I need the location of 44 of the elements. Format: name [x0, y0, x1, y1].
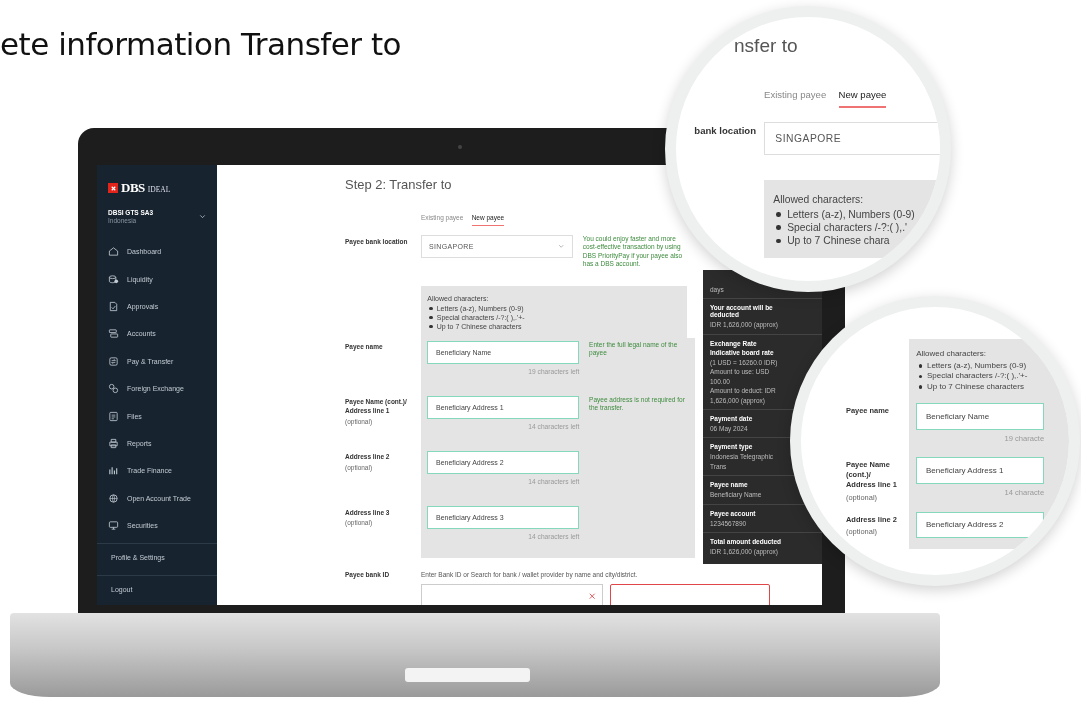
bar-chart-icon: [108, 465, 119, 477]
brand-name: DBS: [121, 180, 145, 196]
document-check-icon: [108, 300, 119, 312]
allowed-item: Up to 7 Chinese characters: [926, 381, 1024, 392]
printer-icon: [108, 437, 119, 449]
bullet-icon: [776, 212, 781, 217]
text-field[interactable]: Beneficiary Name: [916, 403, 1045, 430]
chevron-down-icon: [556, 242, 565, 251]
bullet-icon: [776, 225, 781, 231]
location-dropdown[interactable]: SINGAPORE: [764, 121, 940, 156]
payee-tab[interactable]: New payee: [838, 89, 887, 109]
bullet-icon: [429, 315, 433, 320]
clear-icon: [588, 592, 597, 601]
file-icon: [108, 410, 119, 422]
allowed-item: Letters (a-z), Numbers (0-9): [787, 207, 915, 222]
payee-tab[interactable]: Existing payee: [764, 89, 827, 109]
logo-icon: [108, 183, 118, 193]
bullet-icon: [429, 306, 433, 310]
home-icon: [108, 246, 119, 258]
stack-icon: [108, 328, 119, 340]
globe-icon: [108, 492, 119, 504]
bullet-icon: [918, 384, 923, 389]
monitor-icon: [108, 520, 119, 532]
text-field[interactable]: Beneficiary Address 2: [916, 511, 1045, 539]
bullet-icon: [918, 374, 923, 379]
camera-icon: [458, 145, 462, 149]
text-field[interactable]: Beneficiary Address 1: [916, 457, 1045, 484]
allowed-item: Letters (a-z), Numbers (0-9): [926, 360, 1027, 372]
coins-icon: [108, 273, 119, 285]
allowed-item: Special characters /-?:( ),.'+-: [926, 371, 1028, 382]
allowed-item: Up to 7 Chinese chara: [787, 234, 890, 248]
allowed-title: Allowed characters:: [916, 349, 987, 359]
field-label: bank location: [693, 124, 756, 139]
bullet-icon: [429, 325, 433, 329]
step-title: Step 2: Transfer to: [345, 177, 453, 192]
transfer-icon: [108, 355, 119, 367]
step-title: nsfer to: [733, 35, 799, 57]
allowed-item: Special characters /-?:( ),.': [787, 221, 907, 235]
chevron-down-icon: [198, 212, 207, 221]
bullet-icon: [776, 238, 781, 244]
search-field[interactable]: [421, 583, 603, 605]
allowed-title: Allowed characters:: [773, 193, 865, 205]
bullet-icon: [918, 364, 923, 368]
page-title: ete information Transfer to: [0, 26, 402, 62]
